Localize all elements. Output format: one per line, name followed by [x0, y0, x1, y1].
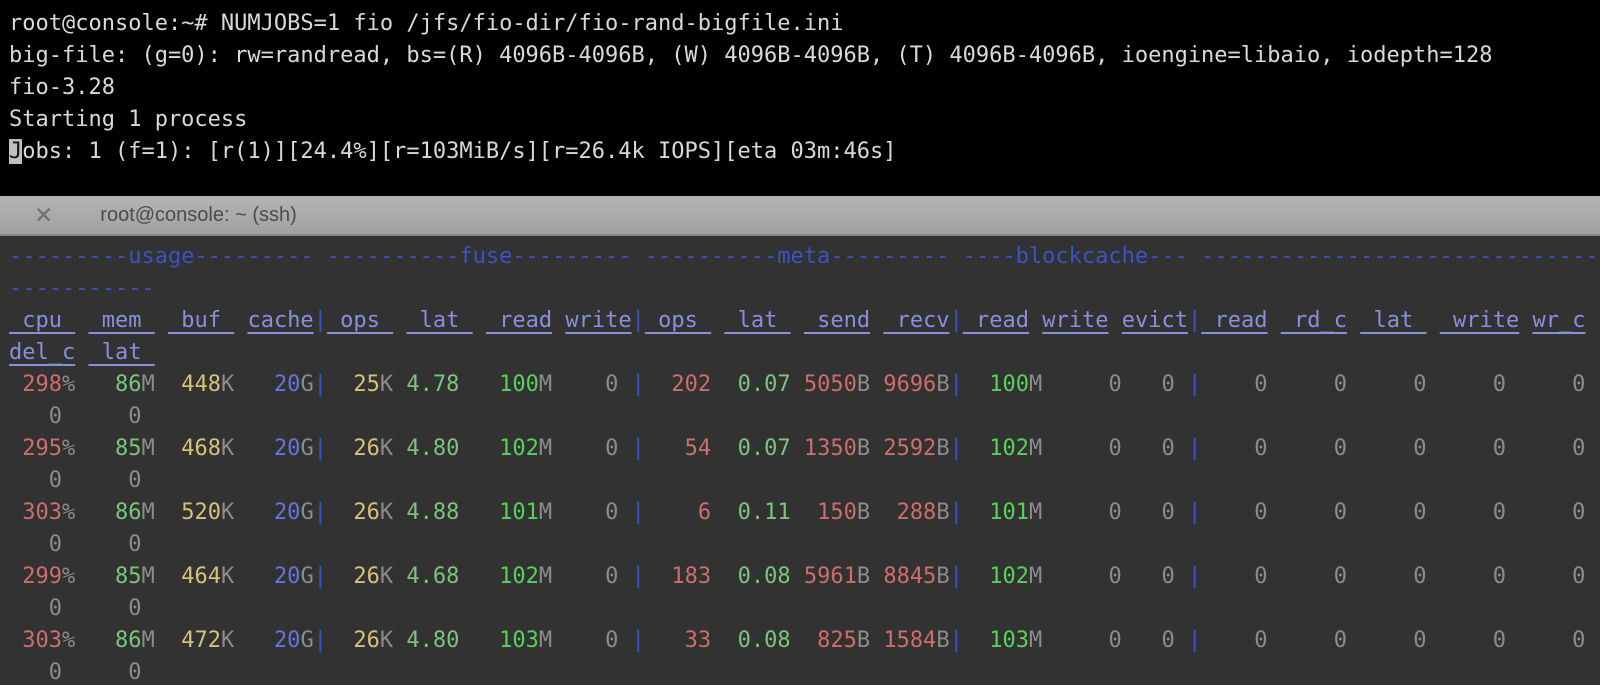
- stats-line: -----------: [9, 276, 155, 301]
- tab-title: root@console: ~ (ssh): [100, 203, 297, 226]
- close-icon[interactable]: ✕: [34, 203, 53, 227]
- stats-terminal: ---------usage--------- ----------fuse--…: [0, 236, 1600, 685]
- fio-terminal: root@console:~# NUMJOBS=1 fio /jfs/fio-d…: [0, 0, 1600, 196]
- terminal-cursor: J: [9, 139, 23, 164]
- stats-line: 303% 86M 520K 20G| 26K 4.88 101M 0 | 6 0…: [9, 500, 1586, 525]
- stats-line: del_c lat: [9, 340, 155, 365]
- stats-line: 298% 86M 448K 20G| 25K 4.78 100M 0 | 202…: [9, 372, 1586, 397]
- stats-line: 0 0: [9, 404, 142, 429]
- stats-line: 0 0: [9, 596, 142, 621]
- stats-line: cpu mem buf cache| ops lat read write| o…: [9, 308, 1586, 333]
- terminal-tab-bar[interactable]: ✕ root@console: ~ (ssh): [0, 196, 1600, 236]
- terminal-line-command: root@console:~# NUMJOBS=1 fio /jfs/fio-d…: [9, 11, 844, 36]
- juicefs-stats-output: ---------usage--------- ----------fuse--…: [9, 241, 1600, 685]
- stats-line: 299% 85M 464K 20G| 26K 4.68 102M 0 | 183…: [9, 564, 1586, 589]
- terminal-line-jobinfo: big-file: (g=0): rw=randread, bs=(R) 409…: [9, 43, 1493, 68]
- terminal-line-starting: Starting 1 process: [9, 107, 248, 132]
- jobs-progress-text: obs: 1 (f=1): [r(1)][24.4%][r=103MiB/s][…: [22, 139, 897, 164]
- stats-line: 295% 85M 468K 20G| 26K 4.80 102M 0 | 54 …: [9, 436, 1586, 461]
- stats-line: ---------usage--------- ----------fuse--…: [9, 244, 1599, 269]
- stats-line: 303% 86M 472K 20G| 26K 4.80 103M 0 | 33 …: [9, 628, 1586, 653]
- terminal-line-jobs-progress: Jobs: 1 (f=1): [r(1)][24.4%][r=103MiB/s]…: [9, 136, 1600, 168]
- stats-line: 0 0: [9, 468, 142, 493]
- terminal-line-version: fio-3.28: [9, 75, 115, 100]
- stats-line: 0 0: [9, 660, 142, 685]
- stats-line: 0 0: [9, 532, 142, 557]
